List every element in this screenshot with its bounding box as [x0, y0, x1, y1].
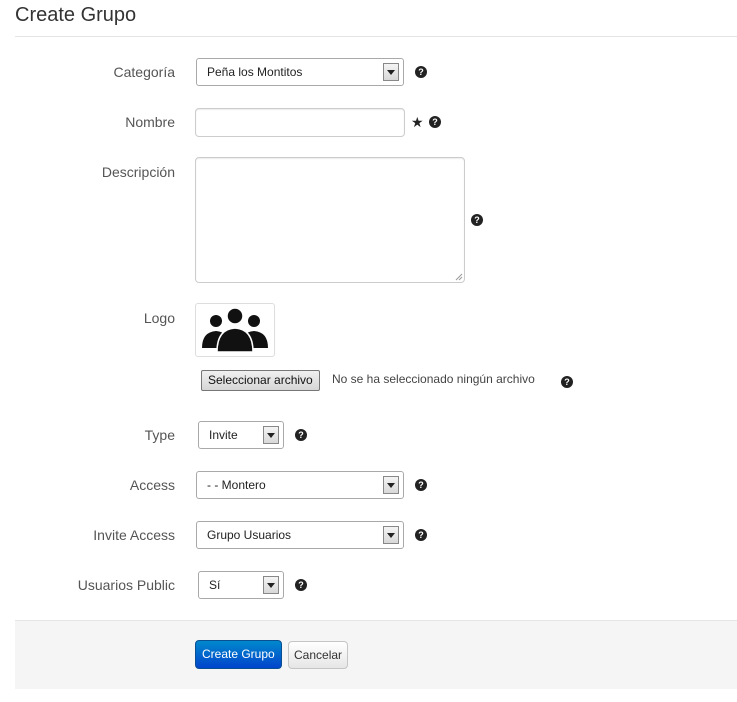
nombre-input[interactable] [195, 108, 405, 137]
page-title: Create Grupo [15, 4, 137, 26]
type-label: Type [144, 427, 175, 443]
choose-file-button[interactable]: Seleccionar archivo [201, 370, 320, 391]
help-icon[interactable]: ? [415, 479, 427, 491]
categoria-select[interactable]: Peña los Montitos [196, 58, 404, 86]
help-icon[interactable]: ? [471, 214, 483, 226]
chevron-down-icon [383, 63, 399, 81]
invite-access-value: Grupo Usuarios [207, 528, 292, 542]
categoria-value: Peña los Montitos [207, 65, 303, 79]
help-icon[interactable]: ? [415, 66, 427, 78]
group-people-icon [202, 307, 268, 353]
invite-access-select[interactable]: Grupo Usuarios [196, 521, 404, 549]
access-value: - - Montero [207, 478, 266, 492]
chevron-down-icon [263, 576, 279, 594]
chevron-down-icon [383, 476, 399, 494]
type-value: Invite [209, 428, 238, 442]
help-icon[interactable]: ? [429, 116, 441, 128]
form-actions [15, 620, 737, 689]
chevron-down-icon [263, 426, 279, 444]
file-status-text: No se ha seleccionado ningún archivo [332, 372, 535, 386]
chevron-down-icon [383, 526, 399, 544]
usuarios-public-label: Usuarios Public [77, 577, 175, 593]
access-select[interactable]: - - Montero [196, 471, 404, 499]
nombre-label: Nombre [125, 114, 175, 130]
help-icon[interactable]: ? [295, 579, 307, 591]
categoria-label: Categoría [113, 64, 175, 80]
descripcion-textarea[interactable] [195, 157, 465, 283]
logo-label: Logo [143, 310, 175, 326]
type-select[interactable]: Invite [198, 421, 284, 449]
descripcion-label: Descripción [101, 164, 175, 180]
usuarios-public-select[interactable]: Sí [198, 571, 284, 599]
invite-access-label: Invite Access [93, 527, 175, 543]
title-divider [15, 36, 737, 37]
help-icon[interactable]: ? [295, 429, 307, 441]
create-grupo-button[interactable]: Create Grupo [195, 640, 282, 669]
help-icon[interactable]: ? [415, 529, 427, 541]
logo-preview [195, 303, 275, 357]
help-icon[interactable]: ? [561, 376, 573, 388]
usuarios-public-value: Sí [209, 578, 221, 592]
cancel-button[interactable]: Cancelar [288, 641, 349, 669]
required-star-icon: ★ [411, 114, 424, 130]
access-label: Access [129, 477, 175, 493]
resize-handle-icon[interactable] [455, 273, 463, 281]
